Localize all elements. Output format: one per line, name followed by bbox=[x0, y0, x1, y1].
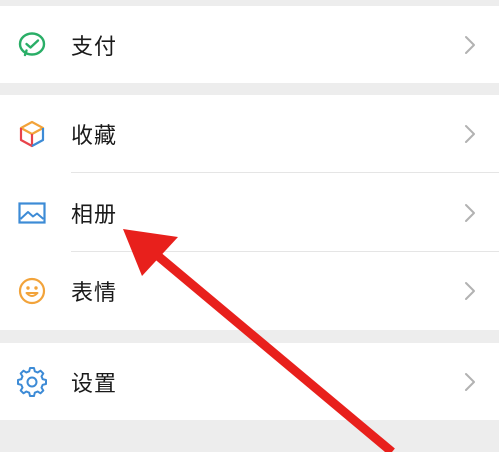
chevron-right-icon bbox=[463, 123, 477, 145]
menu-item-pay[interactable]: 支付 bbox=[0, 6, 499, 83]
chevron-right-icon bbox=[463, 202, 477, 224]
menu-group-pay: 支付 bbox=[0, 6, 499, 83]
chevron-right-icon bbox=[463, 280, 477, 302]
menu-item-settings[interactable]: 设置 bbox=[0, 343, 499, 420]
menu-item-label: 收藏 bbox=[71, 124, 118, 149]
menu-item-label: 表情 bbox=[71, 281, 118, 306]
menu-item-stickers[interactable]: 表情 bbox=[0, 252, 499, 330]
smiley-face-icon bbox=[16, 275, 48, 307]
menu-group-content: 收藏 相册 表情 bbox=[0, 95, 499, 330]
menu-item-favorites[interactable]: 收藏 bbox=[0, 95, 499, 173]
chevron-right-icon bbox=[463, 371, 477, 393]
menu-item-label: 设置 bbox=[71, 371, 118, 397]
chevron-right-icon bbox=[463, 34, 477, 56]
gear-icon bbox=[16, 366, 48, 398]
menu-item-label: 相册 bbox=[71, 202, 118, 228]
menu-group-settings: 设置 bbox=[0, 343, 499, 420]
menu-item-label: 支付 bbox=[71, 34, 118, 60]
menu-item-album[interactable]: 相册 bbox=[0, 173, 499, 252]
album-image-icon bbox=[16, 197, 48, 229]
favorites-cube-icon bbox=[16, 118, 48, 150]
wechat-pay-icon bbox=[16, 29, 48, 61]
